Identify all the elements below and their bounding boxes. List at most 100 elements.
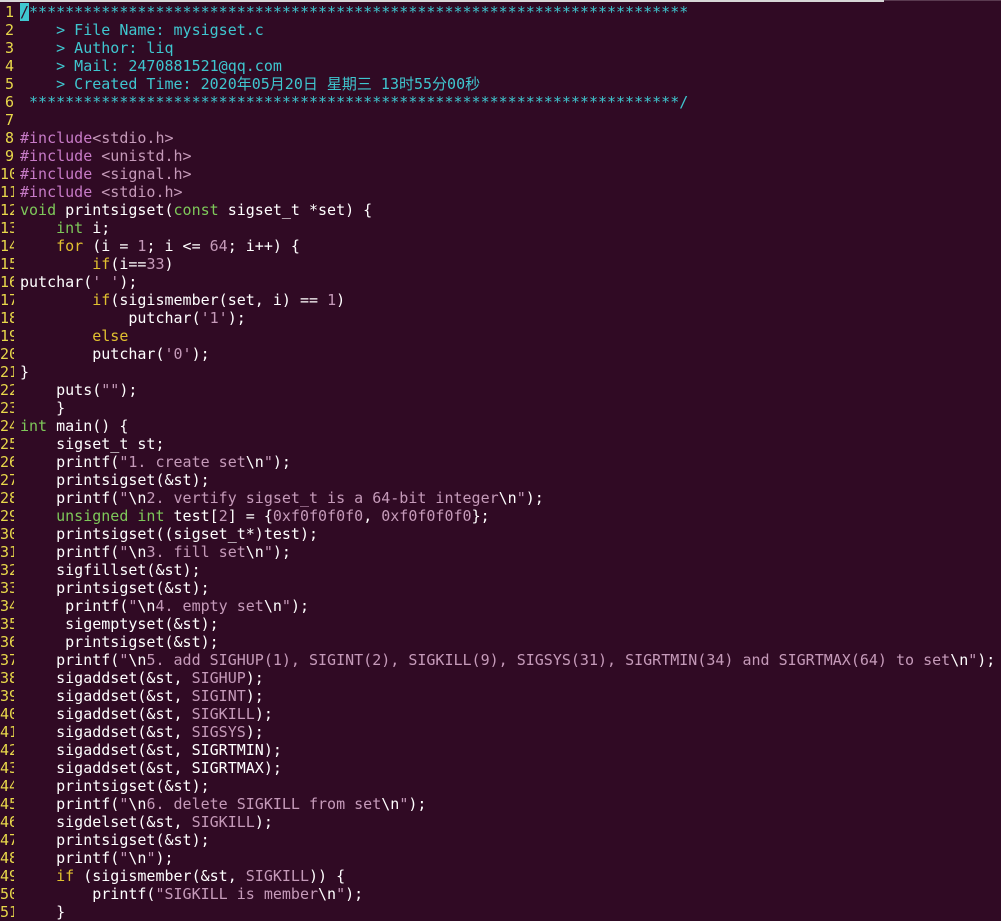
code-line[interactable]: 33 printsigset(&st); bbox=[0, 579, 1001, 597]
code-line[interactable]: 25 sigset_t st; bbox=[0, 435, 1001, 453]
code-line[interactable]: 39 sigaddset(&st, SIGINT); bbox=[0, 687, 1001, 705]
code-token: " bbox=[263, 543, 273, 561]
code-line[interactable]: 3 > Author: liq bbox=[0, 39, 1001, 57]
code-token: sigaddset(&st, bbox=[20, 723, 192, 741]
line-number: 20 bbox=[0, 345, 14, 363]
code-token: int bbox=[20, 417, 48, 435]
code-line[interactable]: 47 printsigset(&st); bbox=[0, 831, 1001, 849]
code-line[interactable]: 46 sigdelset(&st, SIGKILL); bbox=[0, 813, 1001, 831]
code-text: printf("\n6. delete SIGKILL from set\n")… bbox=[20, 795, 426, 813]
code-line[interactable]: 23 } bbox=[0, 399, 1001, 417]
code-token: <stdio.h> bbox=[92, 129, 174, 147]
line-number: 50 bbox=[0, 885, 14, 903]
code-token: const bbox=[173, 201, 219, 219]
code-text: for (i = 1; i <= 64; i++) { bbox=[20, 237, 300, 255]
code-line[interactable]: 37 printf("\n5. add SIGHUP(1), SIGINT(2)… bbox=[0, 651, 1001, 669]
vim-editor-buffer[interactable]: 1 /**************************************… bbox=[0, 3, 1001, 921]
code-line[interactable]: 2 > File Name: mysigset.c bbox=[0, 21, 1001, 39]
code-line[interactable]: 9 #include <unistd.h> bbox=[0, 147, 1001, 165]
code-line[interactable]: 43 sigaddset(&st, SIGRTMAX); bbox=[0, 759, 1001, 777]
code-text: printsigset(&st); bbox=[20, 777, 210, 795]
code-line[interactable]: 16 putchar(' '); bbox=[0, 273, 1001, 291]
code-line[interactable]: 17 if(sigismember(set, i) == 1) bbox=[0, 291, 1001, 309]
line-number: 12 bbox=[0, 201, 14, 219]
code-line[interactable]: 51 } bbox=[0, 903, 1001, 921]
code-token: sigdelset(&st, bbox=[20, 813, 192, 831]
code-token: ); bbox=[245, 669, 264, 687]
code-token: \n bbox=[950, 651, 969, 669]
code-token: printf( bbox=[20, 885, 156, 903]
code-token: ); bbox=[155, 849, 174, 867]
code-text: if(i==33) bbox=[20, 255, 173, 273]
code-token: SIGHUP bbox=[191, 669, 246, 687]
code-line[interactable]: 11 #include <stdio.h> bbox=[0, 183, 1001, 201]
code-line[interactable]: 48 printf("\n"); bbox=[0, 849, 1001, 867]
code-token: printsigset(&st); bbox=[20, 633, 219, 651]
code-token: 0xf0f0f0f0 bbox=[381, 507, 472, 525]
code-text: printsigset(&st); bbox=[20, 633, 219, 651]
code-line[interactable]: 41 sigaddset(&st, SIGSYS); bbox=[0, 723, 1001, 741]
code-line[interactable]: 5 > Created Time: 2020年05月20日 星期三 13时55分… bbox=[0, 75, 1001, 93]
code-text: sigaddset(&st, SIGHUP); bbox=[20, 669, 264, 687]
line-number: 51 bbox=[0, 903, 14, 921]
code-line[interactable]: 1 /**************************************… bbox=[0, 3, 1001, 21]
code-line[interactable]: 30 printsigset((sigset_t*)test); bbox=[0, 525, 1001, 543]
code-line[interactable]: 44 printsigset(&st); bbox=[0, 777, 1001, 795]
code-token: " bbox=[336, 885, 346, 903]
text-cursor: / bbox=[20, 3, 30, 21]
code-line[interactable]: 19 else bbox=[0, 327, 1001, 345]
line-number: 36 bbox=[0, 633, 14, 651]
code-line[interactable]: 36 printsigset(&st); bbox=[0, 633, 1001, 651]
code-line[interactable]: 45 printf("\n6. delete SIGKILL from set\… bbox=[0, 795, 1001, 813]
code-line[interactable]: 32 sigfillset(&st); bbox=[0, 561, 1001, 579]
code-line[interactable]: 4 > Mail: 2470881521@qq.com bbox=[0, 57, 1001, 75]
code-line[interactable]: 21} bbox=[0, 363, 1001, 381]
code-line[interactable]: 8 #include<stdio.h> bbox=[0, 129, 1001, 147]
code-line[interactable]: 27 printsigset(&st); bbox=[0, 471, 1001, 489]
code-line[interactable]: 24 int main() { bbox=[0, 417, 1001, 435]
code-line[interactable]: 15 if(i==33) bbox=[0, 255, 1001, 273]
code-line[interactable]: 31 printf("\n3. fill set\n"); bbox=[0, 543, 1001, 561]
code-line[interactable]: 38 sigaddset(&st, SIGHUP); bbox=[0, 669, 1001, 687]
code-line[interactable]: 14 for (i = 1; i <= 64; i++) { bbox=[0, 237, 1001, 255]
code-token: " bbox=[281, 597, 291, 615]
code-line[interactable]: 29 unsigned int test[2] = {0xf0f0f0f0, 0… bbox=[0, 507, 1001, 525]
line-number: 49 bbox=[0, 867, 14, 885]
code-line[interactable]: 6 **************************************… bbox=[0, 93, 1001, 111]
code-line[interactable]: 7 bbox=[0, 111, 1001, 129]
code-token: ); bbox=[119, 273, 138, 291]
code-line[interactable]: 13 int i; bbox=[0, 219, 1001, 237]
code-line[interactable]: 10 #include <signal.h> bbox=[0, 165, 1001, 183]
code-line[interactable]: 26 printf("1. create set\n"); bbox=[0, 453, 1001, 471]
code-line[interactable]: 18 putchar('1'); bbox=[0, 309, 1001, 327]
code-token: printf( bbox=[20, 651, 120, 669]
code-token: putchar( bbox=[20, 273, 93, 291]
code-line[interactable]: 28 printf("\n2. vertify sigset_t is a 64… bbox=[0, 489, 1001, 507]
code-line[interactable]: 50 printf("SIGKILL is member\n"); bbox=[0, 885, 1001, 903]
code-line[interactable]: 35 sigemptyset(&st); bbox=[0, 615, 1001, 633]
code-line[interactable]: 34 printf("\n4. empty set\n"); bbox=[0, 597, 1001, 615]
code-text: sigaddset(&st, SIGRTMAX); bbox=[20, 759, 282, 777]
code-token: }; bbox=[471, 507, 490, 525]
code-line[interactable]: 22 puts(""); bbox=[0, 381, 1001, 399]
code-line[interactable]: 12 void printsigset(const sigset_t *set) … bbox=[0, 201, 1001, 219]
code-line[interactable]: 42 sigaddset(&st, SIGRTMIN); bbox=[0, 741, 1001, 759]
line-number: 1 bbox=[4, 3, 14, 21]
code-text: printf("\n"); bbox=[20, 849, 174, 867]
code-text: printsigset(&st); bbox=[20, 471, 210, 489]
code-text: sigaddset(&st, SIGINT); bbox=[20, 687, 264, 705]
code-token: '1' bbox=[200, 309, 228, 327]
code-text: /***************************************… bbox=[20, 3, 688, 21]
line-number: 24 bbox=[0, 417, 14, 435]
code-line[interactable]: 20 putchar('0'); bbox=[0, 345, 1001, 363]
line-number: 17 bbox=[0, 291, 14, 309]
code-line[interactable]: 40 sigaddset(&st, SIGKILL); bbox=[0, 705, 1001, 723]
line-number: 30 bbox=[0, 525, 14, 543]
code-token: ); bbox=[977, 651, 996, 669]
line-number: 43 bbox=[0, 759, 14, 777]
code-line[interactable]: 49 if (sigismember(&st, SIGKILL)) { bbox=[0, 867, 1001, 885]
code-token: <signal.h> bbox=[101, 165, 192, 183]
